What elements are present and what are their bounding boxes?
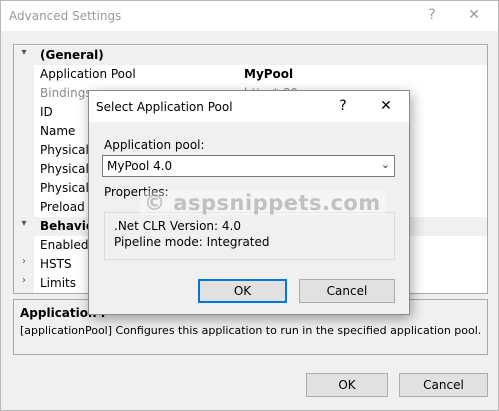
grid-gutter <box>14 122 34 141</box>
grid-property-name: Application Pool <box>40 67 136 81</box>
modal-ok-button[interactable]: OK <box>198 279 287 303</box>
grid-gutter <box>14 103 34 122</box>
modal-close-icon[interactable]: ✕ <box>376 98 396 114</box>
collapse-icon[interactable]: ▾ <box>18 47 30 58</box>
modal-cancel-button[interactable]: Cancel <box>299 279 395 303</box>
grid-gutter <box>14 160 34 179</box>
grid-gutter <box>14 65 34 84</box>
close-icon[interactable]: ✕ <box>464 7 484 23</box>
grid-gutter <box>14 236 34 255</box>
application-pool-select[interactable]: MyPool 4.0 ⌄ <box>102 155 395 177</box>
grid-gutter <box>14 84 34 103</box>
advanced-settings-titlebar: Advanced Settings ? ✕ <box>1 1 498 31</box>
grid-category-row[interactable]: ▾ (General) <box>14 46 487 65</box>
grid-property-name: HSTS <box>40 257 72 271</box>
ok-button[interactable]: OK <box>306 373 388 397</box>
modal-title: Select Application Pool <box>96 100 233 114</box>
description-text: [applicationPool] Configures this applic… <box>20 324 482 337</box>
modal-help-icon[interactable]: ? <box>333 98 353 114</box>
grid-gutter <box>14 141 34 160</box>
modal-titlebar: Select Application Pool ? ✕ <box>89 91 409 122</box>
grid-property-name: Name <box>40 124 76 138</box>
grid-property-name: ID <box>40 105 53 119</box>
chevron-down-icon[interactable]: ⌄ <box>381 158 390 171</box>
grid-gutter <box>14 198 34 217</box>
clr-version-text: .Net CLR Version: 4.0 <box>114 219 241 233</box>
grid-property-name: (General) <box>40 48 104 62</box>
cancel-button[interactable]: Cancel <box>399 373 488 397</box>
expand-icon[interactable]: › <box>18 275 30 286</box>
collapse-icon[interactable]: ▾ <box>18 218 30 229</box>
help-icon[interactable]: ? <box>422 7 442 23</box>
grid-property-value: MyPool <box>244 67 294 81</box>
grid-gutter <box>14 179 34 198</box>
grid-property-row[interactable]: Application Pool MyPool <box>14 65 487 84</box>
dialog-title: Advanced Settings <box>9 9 122 23</box>
application-pool-value: MyPool 4.0 <box>107 159 173 173</box>
expand-icon[interactable]: › <box>18 256 30 267</box>
pipeline-mode-text: Pipeline mode: Integrated <box>114 235 270 249</box>
watermark: © aspsnippets.com <box>140 191 385 215</box>
properties-box: .Net CLR Version: 4.0 Pipeline mode: Int… <box>104 212 395 260</box>
application-pool-label: Application pool: <box>104 138 205 152</box>
grid-property-name: Limits <box>40 276 76 290</box>
grid-property-name: Bindings <box>40 86 92 100</box>
